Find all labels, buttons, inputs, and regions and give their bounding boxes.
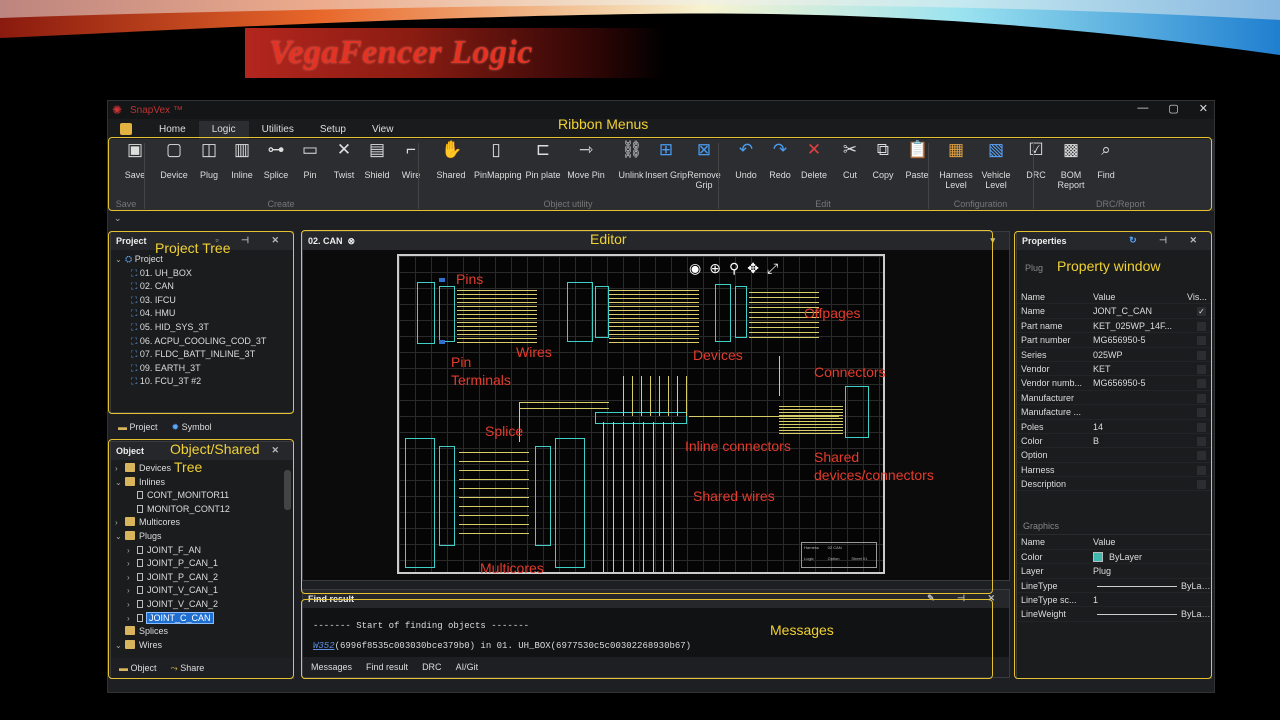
messages-highlight [301, 599, 993, 679]
maximize-button[interactable]: ▢ [1168, 102, 1178, 115]
annotation-object-tree: Object/Shared [170, 441, 260, 457]
tab-symbol[interactable]: ✹ Symbol [172, 422, 212, 433]
slide-title: VegaFencer Logic [245, 28, 665, 78]
app-menu-icon[interactable] [120, 123, 132, 135]
annotation-offpages: Offpages [804, 305, 861, 321]
annotation-shared-2: devices/connectors [814, 467, 934, 483]
annotation-wires: Wires [516, 344, 552, 360]
tab-project-label: Project [129, 422, 158, 432]
annotation-property-window: Property window [1057, 258, 1161, 274]
close-window-button[interactable]: ✕ [1199, 102, 1208, 115]
tab-symbol-label: Symbol [181, 421, 212, 432]
annotation-ribbon: Ribbon Menus [558, 116, 649, 132]
annotation-project-tree: Project Tree [155, 240, 231, 256]
minimize-button[interactable]: — [1137, 102, 1148, 115]
annotation-connectors: Connectors [814, 364, 886, 380]
annotation-pin-terminals: Pin [451, 354, 472, 370]
annotation-multicores: Multicores [480, 560, 544, 576]
annotation-devices: Devices [693, 347, 743, 363]
symbol-icon: ✹ [171, 421, 180, 432]
ribbon-collapse-bar[interactable]: ⌄ [108, 213, 1214, 227]
project-panel-tabs: ▬ Project ✹ Symbol [110, 417, 294, 437]
annotation-shared-wires: Shared wires [693, 488, 775, 504]
tab-project[interactable]: ▬ Project [118, 422, 158, 432]
annotation-pins: Pins [456, 271, 484, 287]
object-tree-highlight [108, 439, 294, 679]
properties-highlight [1014, 231, 1212, 679]
annotation-editor: Editor [590, 231, 627, 247]
title-bar: ✺ SnapVex ™ — ▢ ✕ [108, 101, 1214, 119]
annotation-object-tree-2: Tree [174, 459, 203, 475]
project-tree-highlight [108, 231, 294, 414]
annotation-shared: Shared [814, 449, 860, 465]
ribbon-highlight [108, 137, 1212, 211]
annotation-splice: Splice [485, 423, 524, 439]
annotation-messages: Messages [770, 622, 834, 638]
annotation-pin-terminals-2: Terminals [451, 372, 511, 388]
editor-highlight [301, 230, 993, 594]
app-window: ✺ SnapVex ™ — ▢ ✕ Home Logic Utilities S… [107, 100, 1215, 693]
annotation-inline-connectors: Inline connectors [685, 438, 791, 454]
menu-bar: Home Logic Utilities Setup View [108, 119, 1214, 139]
app-name: SnapVex ™ [130, 104, 183, 116]
folder-icon: ▬ [118, 422, 127, 432]
app-logo-icon: ✺ [112, 103, 123, 117]
